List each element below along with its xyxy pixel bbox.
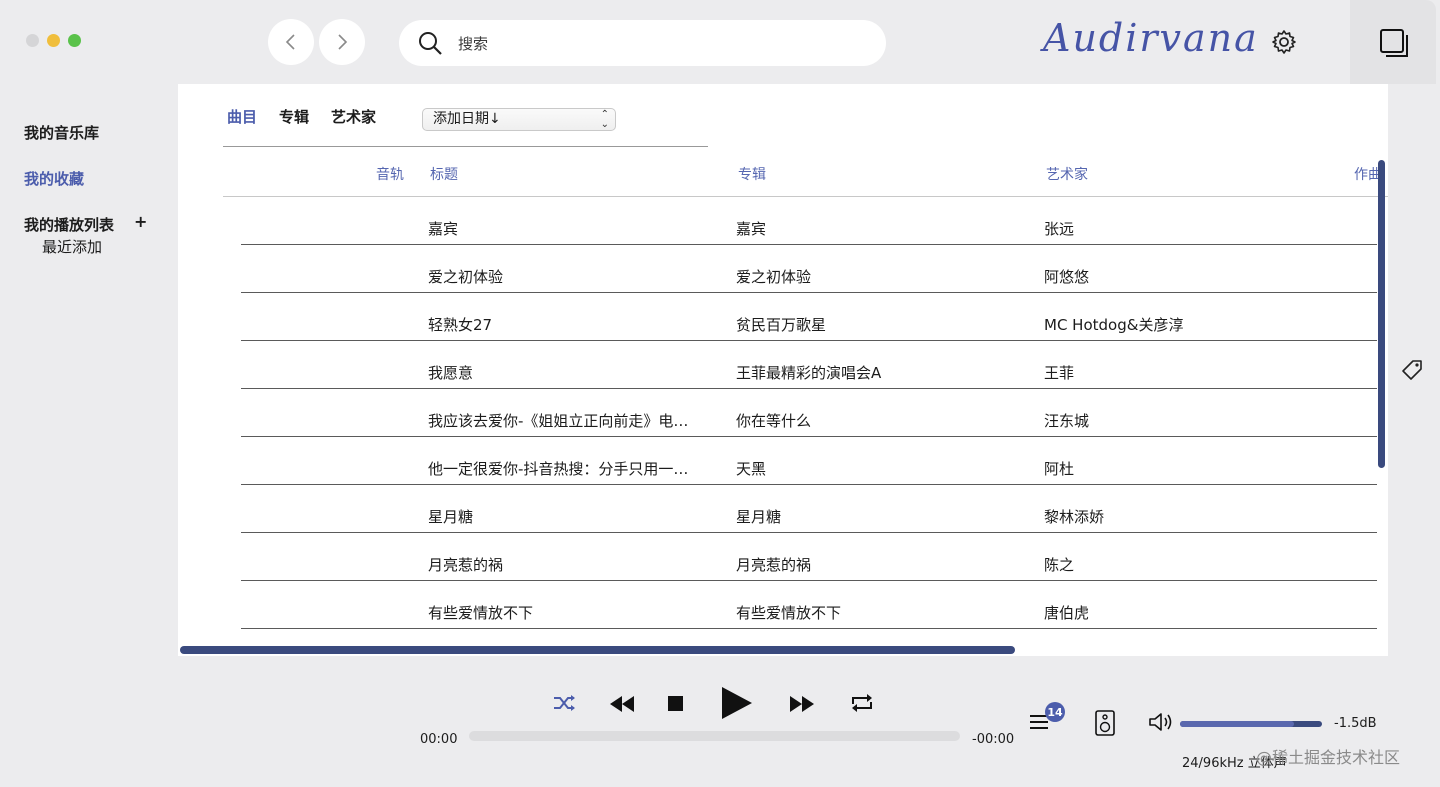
track-artist: 黎林添娇 [1044,508,1105,526]
table-row[interactable]: 我应该去爱你-《姐姐立正向前走》电… 你在等什么 汪东城 [241,389,1377,437]
title-bar: 搜索 Audirvana [0,0,1436,84]
column-header-title[interactable]: 标题 [430,164,458,184]
track-title: 我愿意 [428,364,474,382]
chevron-left-icon [285,34,295,50]
time-elapsed: 00:00 [420,732,458,747]
search-placeholder: 搜索 [458,34,489,53]
table-row[interactable]: 爱之初体验 爱之初体验 阿悠悠 [241,245,1377,293]
volume-slider[interactable] [1180,721,1322,727]
table-row[interactable]: 他一定很爱你-抖音热搜：分手只用一… 天黑 阿杜 [241,437,1377,485]
tab-tracks[interactable]: 曲目 [227,106,257,127]
table-row[interactable]: 轻熟女27 贫民百万歌星 MC Hotdog&关彦淳 [241,293,1377,341]
track-title: 有些爱情放不下 [428,604,534,622]
forward-button[interactable] [319,19,365,65]
track-title: 星月糖 [428,508,474,526]
track-title: 他一定很爱你-抖音热搜：分手只用一… [428,460,689,478]
sort-select[interactable]: 添加日期↓ ⌃ ⌄ [422,108,616,131]
table-row[interactable]: 星月糖 星月糖 黎林添娇 [241,485,1377,533]
track-artist: 阿杜 [1044,460,1075,478]
track-album: 你在等什么 [736,412,812,430]
maximize-window-button[interactable] [68,34,81,47]
window-controls [26,34,81,47]
queue-count-badge: 14 [1045,702,1065,722]
sort-select-value: 添加日期↓ [433,111,501,127]
track-artist: 汪东城 [1044,412,1090,430]
column-header-album[interactable]: 专辑 [738,164,766,184]
track-album: 月亮惹的祸 [736,556,812,574]
track-list-panel: 曲目 专辑 艺术家 添加日期↓ ⌃ ⌄ 音轨 标题 专辑 艺术家 作曲 嘉宾 嘉宾… [178,84,1388,656]
table-row[interactable]: 有些爱情放不下 有些爱情放不下 唐伯虎 [241,581,1377,629]
table-row[interactable]: 月亮惹的祸 月亮惹的祸 陈之 [241,533,1377,581]
window-icon[interactable] [1378,27,1410,59]
tab-divider [223,146,708,147]
select-arrows-icon: ⌃ ⌄ [600,108,609,130]
view-tabs: 曲目 专辑 艺术家 [227,106,398,127]
vertical-scrollbar[interactable] [1378,160,1385,468]
sidebar: 我的音乐库 我的收藏 我的播放列表 + 最近添加 [0,84,178,656]
track-album: 天黑 [736,460,767,478]
close-window-button[interactable] [26,34,39,47]
track-title: 轻熟女27 [428,316,493,334]
tab-albums[interactable]: 专辑 [279,106,309,127]
repeat-icon[interactable] [849,692,875,714]
play-icon[interactable] [719,685,755,721]
player-bar: 00:00 -00:00 14 -1.5dB 24/96kHz 立体声 @稀土掘… [0,656,1436,785]
volume-slider-fill [1180,721,1294,727]
column-header-track[interactable]: 音轨 [376,164,404,184]
tab-artists[interactable]: 艺术家 [331,106,376,127]
track-artist: 张远 [1044,220,1075,238]
track-album: 王菲最精彩的演唱会A [736,364,882,382]
audio-device-icon[interactable] [1095,710,1115,736]
track-title: 嘉宾 [428,220,459,238]
track-title: 月亮惹的祸 [428,556,504,574]
table-row[interactable]: 我愿意 王菲最精彩的演唱会A 王菲 [241,341,1377,389]
volume-icon[interactable] [1148,711,1174,733]
sidebar-item-favorites[interactable]: 我的收藏 [24,168,84,189]
track-album: 爱之初体验 [736,268,812,286]
progress-bar[interactable] [469,731,960,741]
tag-icon[interactable] [1400,358,1424,382]
track-artist: 王菲 [1044,364,1075,382]
track-table: 嘉宾 嘉宾 张远 爱之初体验 爱之初体验 阿悠悠 轻熟女27 贫民百万歌星 MC… [241,197,1377,629]
track-artist: 唐伯虎 [1044,604,1090,622]
stop-icon[interactable] [668,696,683,711]
shuffle-icon[interactable] [552,692,578,714]
table-row[interactable]: 嘉宾 嘉宾 张远 [241,197,1377,245]
track-artist: 陈之 [1044,556,1075,574]
track-title: 我应该去爱你-《姐姐立正向前走》电… [428,412,689,430]
back-button[interactable] [268,19,314,65]
chevron-right-icon [338,34,348,50]
horizontal-scrollbar[interactable] [180,646,1015,654]
next-track-icon[interactable] [788,694,816,714]
app-window: 搜索 Audirvana 我的音乐库 我的收藏 我的播放列表 + 最近添加 曲目… [0,0,1436,785]
track-album: 有些爱情放不下 [736,604,842,622]
track-album: 贫民百万歌星 [736,316,827,334]
track-title: 爱之初体验 [428,268,504,286]
track-artist: 阿悠悠 [1044,268,1090,286]
sidebar-item-recent[interactable]: 最近添加 [42,236,102,257]
add-playlist-button[interactable]: + [134,212,147,231]
search-input[interactable]: 搜索 [399,20,886,66]
column-header-artist[interactable]: 艺术家 [1046,164,1088,184]
search-icon [419,32,442,55]
volume-db: -1.5dB [1334,716,1377,731]
track-album: 嘉宾 [736,220,767,238]
app-logo: Audirvana [1043,16,1259,60]
time-remaining: -00:00 [972,732,1015,747]
watermark: @稀土掘金技术社区 [1256,748,1401,767]
previous-track-icon[interactable] [608,694,636,714]
sidebar-item-library[interactable]: 我的音乐库 [24,122,99,143]
gear-icon[interactable] [1270,28,1298,56]
track-album: 星月糖 [736,508,782,526]
minimize-window-button[interactable] [47,34,60,47]
sidebar-item-playlists[interactable]: 我的播放列表 [24,214,114,235]
track-artist: MC Hotdog&关彦淳 [1044,316,1184,334]
